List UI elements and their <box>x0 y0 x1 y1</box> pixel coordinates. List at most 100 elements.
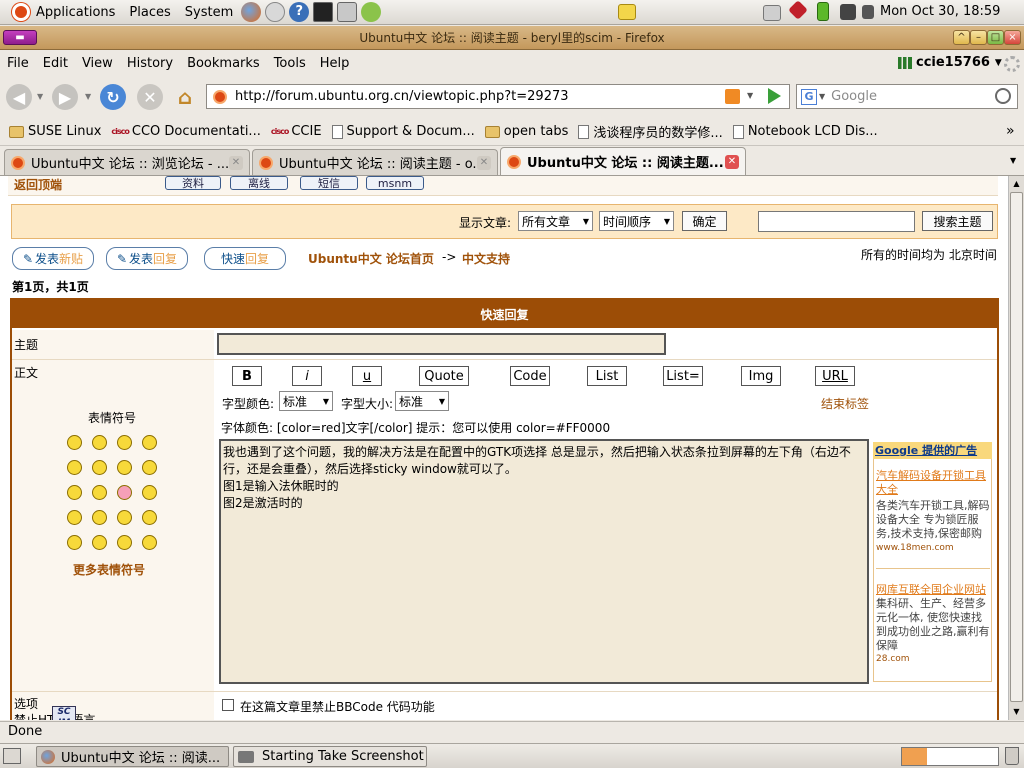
scroll-up-arrow-icon[interactable]: ▲ <box>1009 176 1024 191</box>
search-icon[interactable] <box>995 88 1011 104</box>
arrow-icon[interactable] <box>142 535 157 550</box>
forum-name-link[interactable]: 中文支持 <box>462 250 510 267</box>
update-tray-icon[interactable] <box>788 0 808 20</box>
home-button[interactable]: ⌂ <box>172 84 198 110</box>
menu-file[interactable]: File <box>0 56 36 71</box>
help-launcher-icon[interactable]: ? <box>289 2 310 22</box>
ad1-url[interactable]: www.18men.com <box>876 543 954 553</box>
forward-button[interactable]: ▶ <box>52 84 78 110</box>
mad-icon[interactable] <box>67 485 82 500</box>
laughing-icon[interactable] <box>142 460 157 475</box>
font-size-select[interactable]: 标准 ▼ <box>395 391 449 411</box>
sad-icon[interactable] <box>117 435 132 450</box>
clock[interactable]: Mon Oct 30, 18:59 <box>880 4 1000 19</box>
profile-button[interactable]: 资料 <box>165 176 221 190</box>
bookmark-cco-documentation[interactable]: cisco CCO Documentati... <box>106 124 265 139</box>
tab-read-topic-o[interactable]: Ubuntu中文 论坛 :: 阅读主题 - o... ✕ <box>252 149 498 175</box>
window-shade-button[interactable]: ^ <box>953 30 970 45</box>
menu-view[interactable]: View <box>75 56 120 71</box>
exclaim-icon[interactable] <box>67 535 82 550</box>
printer-tray-icon[interactable] <box>763 5 781 21</box>
forward-history-icon[interactable]: ▼ <box>85 92 91 101</box>
taskbar-firefox-window[interactable]: Ubuntu中文 论坛 :: 阅读... <box>36 746 229 767</box>
ads-header[interactable]: Google 提供的广告 <box>873 442 992 459</box>
back-to-top-link[interactable]: 返回顶端 <box>14 176 62 193</box>
url-bar[interactable]: http://forum.ubuntu.org.cn/viewtopic.php… <box>206 84 790 109</box>
display-posts-select[interactable]: 所有文章 ▼ <box>518 211 593 231</box>
bookmark-notebook-lcd[interactable]: Notebook LCD Dis... <box>728 124 883 139</box>
back-history-icon[interactable]: ▼ <box>37 92 43 101</box>
list-button[interactable]: List <box>587 366 627 386</box>
window-titlebar[interactable]: ▬ Ubuntu中文 论坛 :: 阅读主题 - beryl里的scim - Fi… <box>0 26 1024 50</box>
italic-button[interactable]: i <box>292 366 322 386</box>
ad2-url[interactable]: 28.com <box>876 654 910 664</box>
topic-search-input[interactable] <box>758 211 915 232</box>
bookmark-ccie[interactable]: cisco CCIE <box>266 124 327 139</box>
network-tray-icon[interactable] <box>840 4 856 20</box>
search-box[interactable]: G ▼ Google <box>796 84 1018 109</box>
rss-feed-icon[interactable] <box>725 89 740 104</box>
new-topic-button[interactable]: ✎ 发表 新贴 <box>12 247 94 270</box>
stop-button[interactable]: ✕ <box>137 84 163 110</box>
surprised-icon[interactable] <box>142 435 157 450</box>
page-scrollbar[interactable]: ▲ ▼ <box>1008 176 1024 720</box>
scroll-thumb[interactable] <box>1010 192 1023 702</box>
confused-icon[interactable] <box>92 460 107 475</box>
msn-button[interactable]: msnm <box>366 176 424 190</box>
wink-icon[interactable] <box>142 510 157 525</box>
ad2-title-link[interactable]: 网库互联全国企业网站 <box>876 583 990 597</box>
tab-close-icon[interactable]: ✕ <box>725 154 739 169</box>
volume-tray-icon[interactable] <box>862 5 874 19</box>
shocked-icon[interactable] <box>67 460 82 475</box>
embarrassed-icon[interactable] <box>117 485 132 500</box>
workspace-1[interactable] <box>902 748 927 765</box>
razz-icon[interactable] <box>92 485 107 500</box>
taskbar-screenshot-window[interactable]: Starting Take Screenshot <box>233 746 427 767</box>
forum-index-link[interactable]: Ubuntu中文 论坛首页 <box>308 250 434 267</box>
menu-bookmarks[interactable]: Bookmarks <box>180 56 267 71</box>
account-menu[interactable]: ccie15766 ▼ <box>898 55 1002 70</box>
tab-close-icon[interactable]: ✕ <box>229 155 243 170</box>
menu-history[interactable]: History <box>120 56 180 71</box>
menu-help[interactable]: Help <box>313 56 357 71</box>
ad1-title-link[interactable]: 汽车解码设备开锁工具大全 <box>876 469 990 497</box>
crying-icon[interactable] <box>142 485 157 500</box>
google-engine-icon[interactable]: G <box>801 88 817 105</box>
window-menu-button[interactable]: ▬ <box>3 30 37 45</box>
pm-button[interactable]: 短信 <box>300 176 358 190</box>
tab-list-dropdown-icon[interactable]: ▼ <box>1010 156 1016 165</box>
menu-tools[interactable]: Tools <box>267 56 313 71</box>
screenshot-launcher-icon[interactable] <box>337 2 358 22</box>
underline-button[interactable]: u <box>352 366 382 386</box>
sort-order-select[interactable]: 时间顺序 ▼ <box>599 211 674 231</box>
ordered-list-button[interactable]: List= <box>663 366 703 386</box>
tab-browse-forum[interactable]: Ubuntu中文 论坛 :: 浏览论坛 - ... ✕ <box>4 149 250 175</box>
menu-edit[interactable]: Edit <box>36 56 75 71</box>
grin-icon[interactable] <box>92 435 107 450</box>
twisted-icon[interactable] <box>92 510 107 525</box>
evil-icon[interactable] <box>67 510 82 525</box>
reload-button[interactable]: ↻ <box>100 84 126 110</box>
bookmark-open-tabs[interactable]: open tabs <box>480 124 574 139</box>
go-icon[interactable] <box>768 88 781 104</box>
quote-button[interactable]: Quote <box>419 366 469 386</box>
trash-icon[interactable] <box>1005 747 1019 765</box>
notes-tray-icon[interactable] <box>618 4 636 20</box>
more-emoticons-link[interactable]: 更多表情符号 <box>73 561 145 578</box>
terminal-launcher-icon[interactable] <box>313 2 334 22</box>
dropdown-icon[interactable]: ▼ <box>747 91 753 100</box>
close-tags-link[interactable]: 结束标签 <box>821 395 869 412</box>
tab-read-topic-active[interactable]: Ubuntu中文 论坛 :: 阅读主题... ✕ <box>500 147 746 175</box>
system-menu[interactable]: System <box>181 0 237 24</box>
disable-bbcode-checkbox[interactable] <box>222 699 234 711</box>
battery-tray-icon[interactable] <box>817 2 829 21</box>
bookmark-suse-linux[interactable]: SUSE Linux <box>4 124 106 139</box>
bookmarks-overflow-button[interactable]: » <box>1006 123 1015 139</box>
quick-reply-button[interactable]: 快速 回复 <box>204 247 286 270</box>
font-color-select[interactable]: 标准 ▼ <box>279 391 333 411</box>
smile-icon[interactable] <box>67 435 82 450</box>
back-button[interactable]: ◀ <box>6 84 32 110</box>
tab-close-icon[interactable]: ✕ <box>477 155 491 170</box>
bold-button[interactable]: B <box>232 366 262 386</box>
window-minimize-button[interactable]: – <box>970 30 987 45</box>
